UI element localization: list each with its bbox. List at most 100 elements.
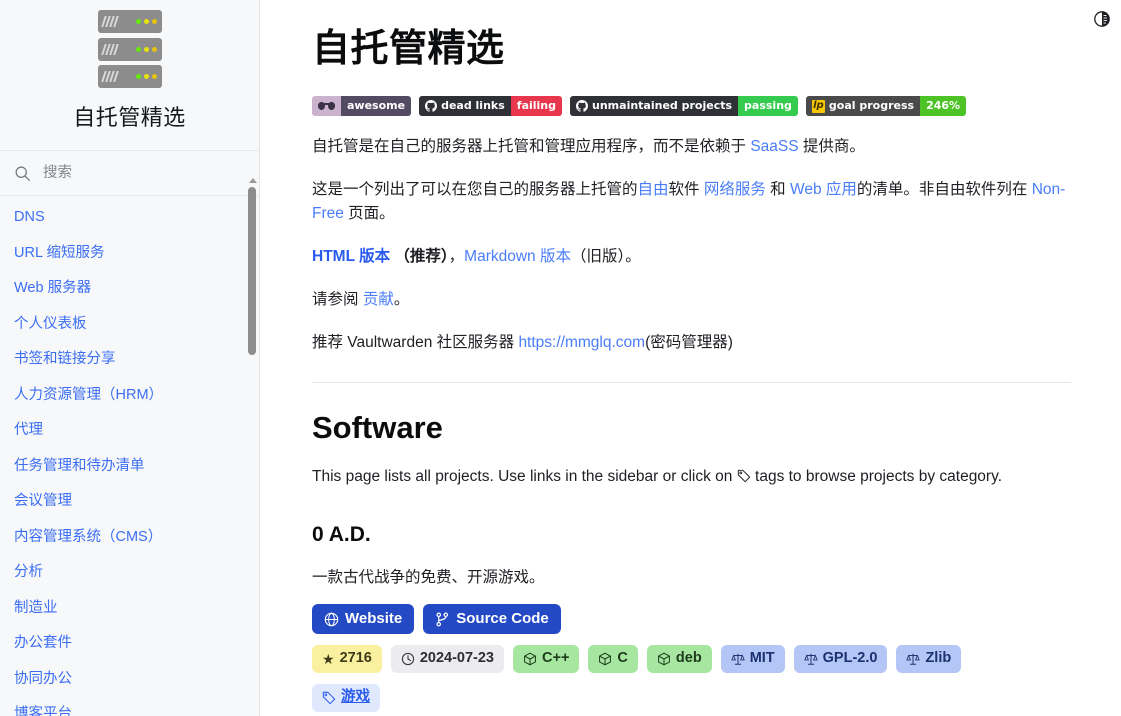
- website-button[interactable]: Website: [312, 604, 415, 635]
- list-text-4: 的清单。非自由软件列在: [856, 181, 1032, 199]
- language-chip-c: C: [588, 645, 638, 673]
- sidebar-item-office-suite[interactable]: 办公套件: [14, 636, 259, 651]
- intro-text-1: 自托管是在自己的服务器上托管和管理应用程序，而不是依赖于: [312, 138, 751, 155]
- globe-icon: [324, 612, 339, 626]
- page-title: 自托管精选: [312, 28, 505, 70]
- website-button-label: Website: [345, 610, 403, 628]
- sidebar-nav: DNS URL 缩短服务 Web 服务器 个人仪表板 书签和链接分享 人力资源管…: [0, 196, 259, 716]
- sidebar-item-proxy[interactable]: 代理: [14, 423, 259, 438]
- license-chip-mit-label: MIT: [749, 650, 775, 667]
- vaultwarden-text-1: 推荐 Vaultwarden 社区服务器: [312, 334, 519, 352]
- awesome-badge-right: awesome: [341, 96, 412, 116]
- scroll-up-arrow-icon[interactable]: [249, 178, 257, 183]
- goal-progress-badge-left: lp goal progress: [805, 96, 921, 116]
- sidebar-item-manufacturing[interactable]: 制造业: [14, 600, 259, 616]
- intro-paragraph-2: 这是一个列出了可以在您自己的服务器上托管的自由软件 网络服务 和 Web 应用的…: [312, 178, 1071, 226]
- sidebar-item-conference[interactable]: 会议管理: [14, 494, 259, 509]
- tag-icon: [322, 691, 336, 704]
- web-apps-link[interactable]: Web 应用: [790, 181, 857, 198]
- goal-progress-badge[interactable]: lp goal progress 246%: [805, 96, 967, 116]
- sidebar-item-analytics[interactable]: 分析: [14, 565, 259, 580]
- versions-legacy-label: （旧版）。: [570, 248, 641, 266]
- github-icon: [576, 100, 589, 112]
- contribute-paragraph: 请参阅 贡献。: [312, 288, 1071, 312]
- contrast-icon[interactable]: [1092, 9, 1112, 29]
- list-text-3: 和: [765, 181, 790, 199]
- sidebar-title: 自托管精选: [73, 105, 186, 130]
- html-version-link[interactable]: HTML 版本: [312, 248, 390, 265]
- project-description: 一款古代战争的免费、开源游戏。: [312, 569, 545, 587]
- sunglasses-icon: [318, 102, 335, 110]
- license-chip-zlib: Zlib: [896, 645, 962, 673]
- dead-links-badge[interactable]: dead links failing: [419, 96, 563, 116]
- contribute-text-1: 请参阅: [312, 291, 363, 309]
- stars-chip: ★ 2716: [312, 645, 382, 673]
- app-root: 自托管精选 DNS URL 缩短服务 Web 服务器 个人仪表板 书签和链接分享…: [0, 0, 1121, 716]
- dead-links-badge-left: dead links: [419, 96, 511, 116]
- sidebar-item-dns[interactable]: DNS: [14, 210, 259, 225]
- unmaintained-projects-badge[interactable]: unmaintained projects passing: [570, 96, 798, 116]
- scale-icon: [906, 653, 921, 665]
- sidebar-item-personal-dashboard[interactable]: 个人仪表板: [14, 316, 259, 332]
- tag-chip-games-label: 游戏: [341, 688, 370, 705]
- server-stack-logo: [97, 10, 162, 88]
- goal-progress-badge-value: 246%: [920, 96, 967, 116]
- sidebar-scrollbar[interactable]: [248, 178, 257, 714]
- search-input[interactable]: [41, 164, 245, 182]
- project-buttons: Website Source Code: [312, 604, 1071, 635]
- awesome-badge-left: [312, 96, 341, 116]
- intro-text-2: 提供商。: [798, 138, 865, 155]
- sidebar-item-cms[interactable]: 内容管理系统（CMS）: [14, 529, 259, 545]
- language-chip-c-label: C: [617, 650, 628, 667]
- sidebar-item-web-server[interactable]: Web 服务器: [14, 281, 259, 296]
- network-services-link[interactable]: 网络服务: [704, 181, 766, 198]
- sidebar-item-collaboration[interactable]: 协同办公: [14, 671, 259, 687]
- tag-icon: [737, 469, 750, 483]
- project-tags: 游戏: [312, 683, 1071, 712]
- search-bar[interactable]: [0, 151, 259, 196]
- saass-link[interactable]: SaaSS: [750, 138, 798, 155]
- license-chip-zlib-label: Zlib: [925, 650, 952, 667]
- package-icon: [524, 652, 536, 666]
- vaultwarden-text-2: (密码管理器): [645, 334, 733, 352]
- project-meta-chips: ★ 2716 2024-07-23 C++ C deb MIT GPL-2.0 …: [312, 645, 1071, 673]
- scrollbar-thumb[interactable]: [248, 187, 256, 355]
- scale-icon: [730, 653, 745, 665]
- vaultwarden-link[interactable]: https://mmglq.com: [518, 334, 645, 351]
- software-desc-before: This page lists all projects. Use links …: [312, 468, 737, 486]
- source-code-button-label: Source Code: [456, 610, 549, 628]
- tag-chip-games[interactable]: 游戏: [312, 683, 380, 712]
- dead-links-badge-label: dead links: [441, 99, 505, 112]
- language-chip-cpp-label: C++: [542, 650, 570, 667]
- sidebar-item-task-management[interactable]: 任务管理和待办清单: [14, 458, 259, 474]
- package-icon: [657, 652, 670, 666]
- awesome-badge[interactable]: awesome: [312, 96, 412, 116]
- platform-chip-deb: deb: [646, 645, 712, 673]
- software-section-title: Software: [312, 410, 443, 446]
- git-branch-icon: [436, 612, 449, 627]
- sidebar-item-blogging[interactable]: 博客平台: [14, 707, 259, 716]
- list-text-1: 这是一个列出了可以在您自己的服务器上托管的: [312, 181, 638, 199]
- free-software-link[interactable]: 自由: [638, 181, 669, 198]
- updated-chip-label: 2024-07-23: [419, 650, 494, 667]
- scale-icon: [803, 653, 818, 665]
- sidebar-item-bookmarks[interactable]: 书签和链接分享: [14, 352, 259, 367]
- platform-chip-deb-label: deb: [675, 650, 702, 667]
- versions-comma: ，: [448, 248, 465, 266]
- list-text-2: 软件: [668, 181, 704, 199]
- markdown-version-link[interactable]: Markdown 版本: [464, 248, 571, 265]
- sidebar-item-hrm[interactable]: 人力资源管理（HRM）: [14, 387, 259, 403]
- dead-links-badge-status: failing: [510, 96, 563, 116]
- section-divider: [312, 382, 1071, 384]
- project-title: 0 A.D.: [312, 523, 371, 547]
- updated-chip: 2024-07-23: [390, 645, 504, 673]
- intro-paragraph-1: 自托管是在自己的服务器上托管和管理应用程序，而不是依赖于 SaaSS 提供商。: [312, 135, 1071, 159]
- sidebar-brand: 自托管精选: [0, 0, 259, 151]
- main-content: 自托管精选 awesome dead links failing unmaint…: [260, 0, 1121, 716]
- stars-chip-label: 2716: [339, 650, 372, 667]
- vaultwarden-paragraph: 推荐 Vaultwarden 社区服务器 https://mmglq.com(密…: [312, 331, 1071, 355]
- contribute-link[interactable]: 贡献: [363, 291, 394, 308]
- sidebar-item-url-shortener[interactable]: URL 缩短服务: [14, 245, 259, 261]
- source-code-button[interactable]: Source Code: [423, 604, 561, 635]
- list-text-5: 页面。: [343, 205, 395, 223]
